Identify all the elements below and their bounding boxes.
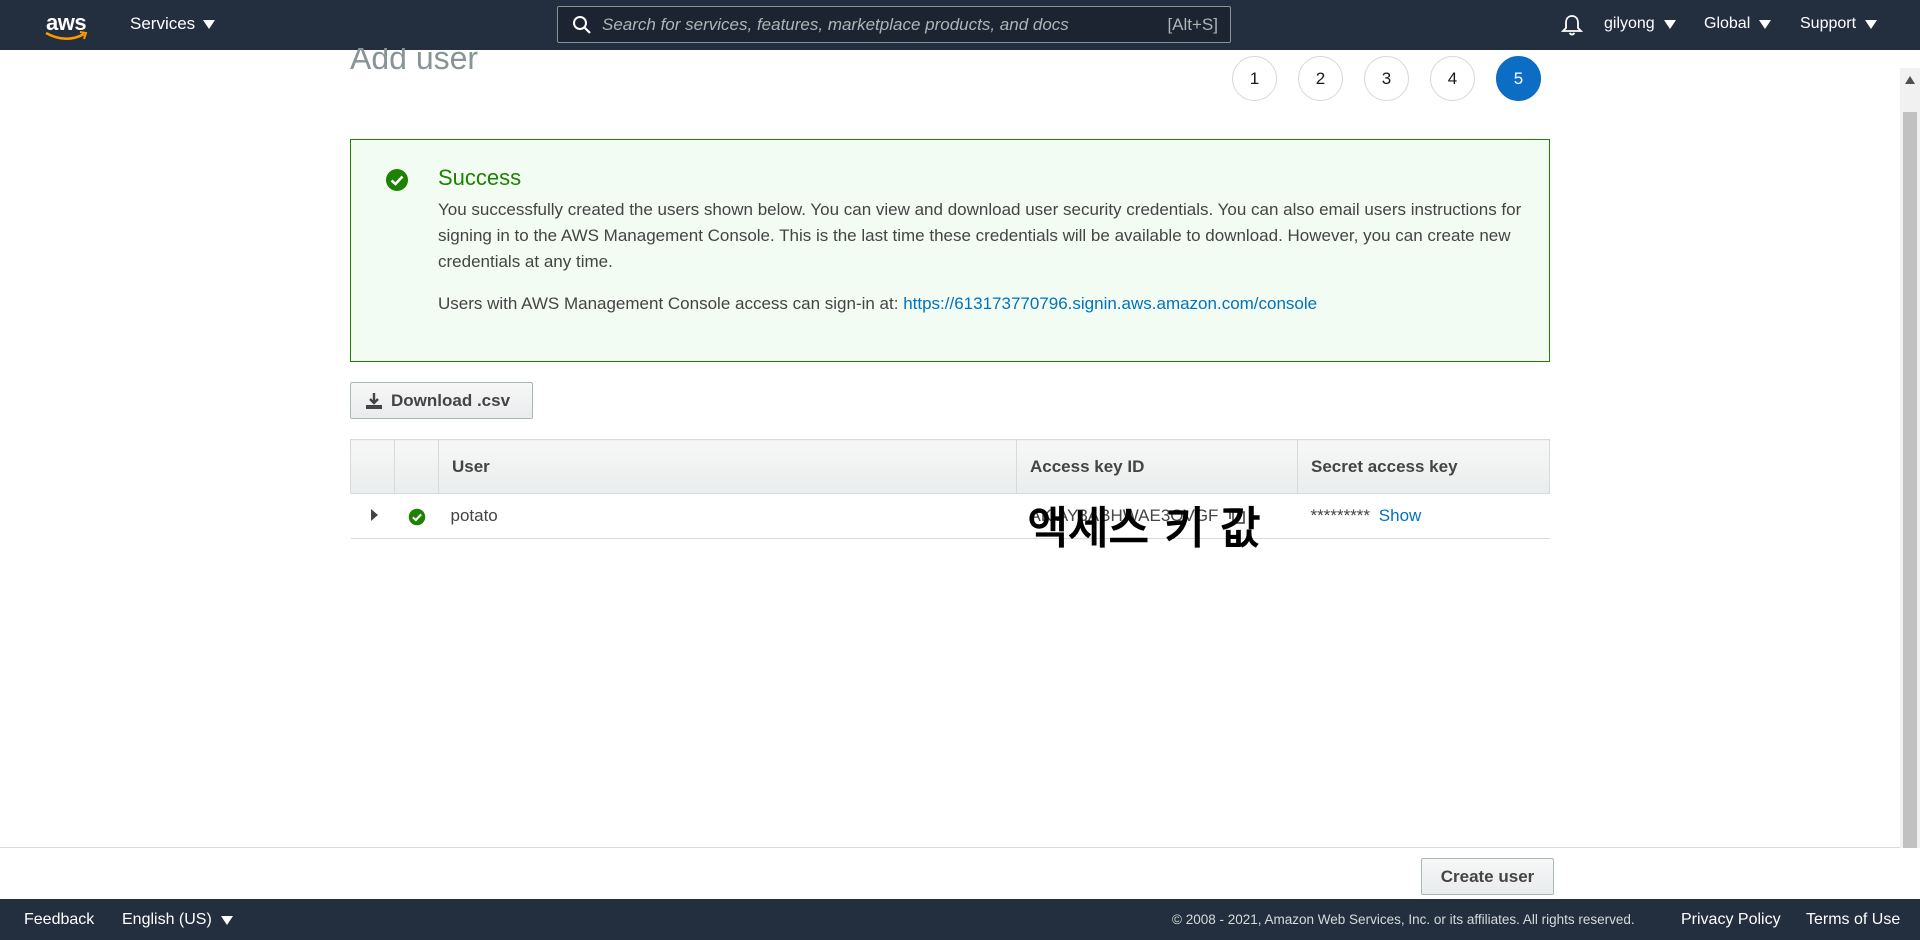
search-icon xyxy=(573,15,591,34)
alert-body: You successfully created the users shown… xyxy=(438,200,1522,271)
services-label: Services xyxy=(130,14,196,33)
table-row: potato AKIAY3ABHWAE3OVGF 액세스 키 값 *******… xyxy=(350,493,1550,554)
download-icon xyxy=(366,392,382,409)
create-user-button[interactable]: Create user xyxy=(1421,858,1554,895)
search-shortcut-hint: [Alt+S] xyxy=(1167,14,1218,34)
scrollbar-thumb[interactable] xyxy=(1903,112,1917,848)
services-menu[interactable]: Services xyxy=(130,14,216,34)
redaction-overlay-text: 액세스 키 값 xyxy=(1027,502,1261,554)
notification-bell-icon[interactable] xyxy=(1561,14,1583,36)
support-label: Support xyxy=(1800,15,1857,32)
step-2[interactable]: 2 xyxy=(1298,56,1343,101)
header-expand xyxy=(350,439,395,494)
account-label: gilyong xyxy=(1604,15,1655,32)
vertical-scrollbar[interactable] xyxy=(1900,68,1920,848)
secret-key-mask: ********* xyxy=(1310,506,1371,525)
aws-logo[interactable]: aws xyxy=(42,8,90,42)
success-alert: Success You successfully created the use… xyxy=(350,139,1550,362)
table-header-row: User Access key ID Secret access key xyxy=(350,439,1550,494)
user-cell: potato xyxy=(438,493,1017,539)
step-3[interactable]: 3 xyxy=(1364,56,1409,101)
secret-key-cell: ********* Show xyxy=(1297,493,1550,539)
caret-down-icon xyxy=(1865,19,1878,29)
step-4[interactable]: 4 xyxy=(1430,56,1475,101)
copyright-text: © 2008 - 2021, Amazon Web Services, Inc.… xyxy=(1172,912,1635,927)
wizard-steps: 1 2 3 4 5 xyxy=(1232,56,1541,101)
show-secret-link[interactable]: Show xyxy=(1379,506,1422,525)
step-5[interactable]: 5 xyxy=(1496,56,1541,101)
language-selector[interactable]: English (US) xyxy=(122,911,233,929)
caret-down-icon xyxy=(1663,19,1676,29)
alert-title: Success xyxy=(438,165,522,190)
signin-url-link[interactable]: https://613173770796.signin.aws.amazon.c… xyxy=(903,294,1317,313)
header-access-key[interactable]: Access key ID xyxy=(1016,439,1298,494)
signin-info: Users with AWS Management Console access… xyxy=(438,294,1317,314)
access-key-value: AKIAY3ABHWAE3OVGF 액세스 키 값 xyxy=(1028,503,1261,554)
success-check-icon xyxy=(386,169,408,191)
page-title: Add user xyxy=(350,48,479,76)
region-label: Global xyxy=(1704,15,1751,32)
header-status xyxy=(394,439,439,494)
aws-smile-icon xyxy=(45,31,88,40)
download-csv-button[interactable]: Download .csv xyxy=(350,382,533,419)
search-box[interactable]: [Alt+S] xyxy=(557,6,1231,43)
scroll-up-arrow-icon[interactable] xyxy=(1905,76,1915,84)
support-menu[interactable]: Support xyxy=(1800,15,1878,33)
signin-prefix: Users with AWS Management Console access… xyxy=(438,294,904,313)
wizard-action-bar: Create user xyxy=(0,847,1900,899)
terms-of-use-link[interactable]: Terms of Use xyxy=(1806,911,1900,929)
status-cell xyxy=(394,493,439,539)
step-1[interactable]: 1 xyxy=(1232,56,1277,101)
feedback-link[interactable]: Feedback xyxy=(24,911,94,929)
search-input[interactable] xyxy=(602,14,1168,35)
account-menu[interactable]: gilyong xyxy=(1604,15,1676,33)
expand-row-icon[interactable] xyxy=(370,509,378,521)
page-footer: Feedback English (US) © 2008 - 2021, Ama… xyxy=(0,899,1920,940)
users-table: User Access key ID Secret access key pot… xyxy=(350,439,1550,554)
success-check-icon xyxy=(408,508,425,525)
top-navigation: aws Services [Alt+S] gilyong Global Supp… xyxy=(0,0,1920,50)
caret-down-icon xyxy=(1759,19,1772,29)
caret-down-icon xyxy=(220,915,233,925)
language-label: English (US) xyxy=(122,911,212,928)
caret-down-icon xyxy=(203,19,216,29)
privacy-policy-link[interactable]: Privacy Policy xyxy=(1681,911,1781,929)
region-menu[interactable]: Global xyxy=(1704,15,1772,33)
expand-cell[interactable] xyxy=(350,493,395,539)
header-user[interactable]: User xyxy=(438,439,1017,494)
access-key-cell: AKIAY3ABHWAE3OVGF 액세스 키 값 xyxy=(1016,493,1298,554)
download-csv-label: Download .csv xyxy=(391,390,511,410)
header-secret-key[interactable]: Secret access key xyxy=(1297,439,1550,494)
